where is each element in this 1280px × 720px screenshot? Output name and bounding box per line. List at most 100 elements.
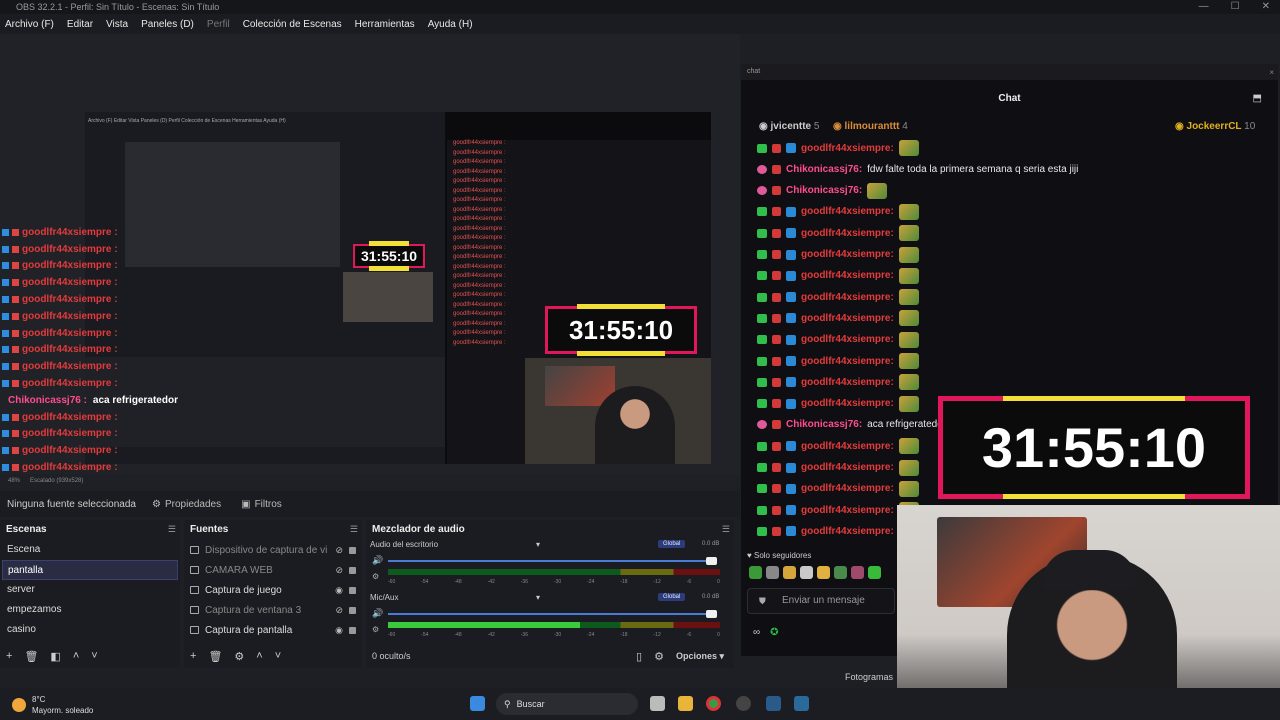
steam-icon[interactable] (766, 696, 781, 711)
community-points-icon[interactable]: ✪ (770, 627, 778, 638)
dock-undock-icon[interactable]: ☰ (168, 524, 176, 535)
chat-username[interactable]: goodlfr44xsiempre: (801, 270, 894, 281)
volume-knob[interactable] (706, 557, 717, 565)
chat-message[interactable]: goodlfr44xsiempre: (757, 395, 919, 412)
chat-username[interactable]: goodlfr44xsiempre: (801, 143, 894, 154)
speaker-icon[interactable]: 🔊 (372, 608, 383, 619)
chat-message[interactable]: Chikonicassj76: (757, 182, 888, 199)
options-button[interactable]: Opciones ▾ (676, 651, 724, 662)
source-item[interactable]: Dispositivo de captura de vi ⊘ (190, 540, 356, 560)
chat-username[interactable]: goodlfr44xsiempre: (801, 292, 894, 303)
scene-filter-button[interactable]: ◧ (50, 650, 60, 663)
dock-undock-icon[interactable]: ☰ (350, 524, 358, 535)
move-down-button[interactable]: ˅ (275, 650, 281, 662)
scene-item[interactable]: casino (2, 620, 178, 640)
leaderboard-entry[interactable]: ◉ lilmouranttt 4 (833, 121, 908, 132)
chrome-icon[interactable] (706, 696, 721, 711)
lock-icon[interactable] (349, 586, 356, 594)
chat-username[interactable]: goodlfr44xsiempre: (801, 206, 894, 217)
app-icon[interactable] (794, 696, 809, 711)
move-up-button[interactable]: ˄ (256, 650, 262, 662)
lock-icon[interactable] (349, 546, 356, 554)
layout-toggle-icon[interactable]: ▯ (636, 650, 642, 663)
speaker-icon[interactable]: 🔊 (372, 555, 383, 566)
maximize-button[interactable]: ☐ (1231, 1, 1240, 12)
chat-message[interactable]: goodlfr44xsiempre: (757, 374, 919, 391)
properties-button[interactable]: ⚙ Propiedades (142, 499, 231, 510)
source-item[interactable]: CAMARA WEB ⊘ (190, 560, 356, 580)
menu-item-2[interactable]: Vista (106, 19, 128, 30)
chat-users-icon[interactable]: ⬒ (1253, 93, 1262, 104)
chat-username[interactable]: Chikonicassj76: (786, 185, 862, 196)
task-view-icon[interactable] (650, 696, 665, 711)
chat-input[interactable]: Enviar un mensaje (747, 588, 895, 614)
chat-username[interactable]: Chikonicassj76: (786, 419, 862, 430)
scene-item[interactable]: server (2, 580, 178, 600)
track-menu-icon[interactable]: ▾ (536, 540, 540, 549)
emote-bar[interactable] (749, 566, 881, 579)
menu-item-5[interactable]: Colección de Escenas (243, 19, 342, 30)
close-button[interactable]: ✕ (1262, 1, 1270, 12)
leaderboard-entry[interactable]: ◉ jvicentte 5 (759, 121, 819, 132)
menu-item-7[interactable]: Ayuda (H) (428, 19, 473, 30)
volume-slider[interactable] (388, 560, 714, 562)
chat-message[interactable]: goodlfr44xsiempre: (757, 246, 919, 263)
volume-slider[interactable] (388, 613, 714, 615)
eye-hidden-icon[interactable]: ⊘ (335, 565, 343, 576)
weather-widget[interactable]: 8°C Mayorm. soleado (12, 694, 93, 716)
chat-message[interactable]: goodlfr44xsiempre: (757, 267, 919, 284)
chat-message[interactable]: goodlfr44xsiempre: (757, 289, 919, 306)
chat-message[interactable]: goodlfr44xsiempre: (757, 203, 919, 220)
chat-username[interactable]: goodlfr44xsiempre: (801, 462, 894, 473)
chat-message[interactable]: Chikonicassj76: fdw falte toda la primera… (757, 161, 1078, 177)
source-item[interactable]: Captura de juego ◉ (190, 580, 356, 600)
eye-icon[interactable]: ◉ (335, 585, 343, 596)
chat-message[interactable]: goodlfr44xsiempre: (757, 438, 919, 455)
track-global-badge[interactable]: Global (658, 593, 686, 601)
chat-message[interactable]: goodlfr44xsiempre: (757, 459, 919, 476)
preview-area[interactable]: Archivo (F) Editar Vista Paneles (D) Per… (0, 34, 740, 474)
lock-icon[interactable] (349, 566, 356, 574)
chat-username[interactable]: goodlfr44xsiempre: (801, 377, 894, 388)
windows-start-icon[interactable] (470, 696, 485, 711)
move-up-button[interactable]: ˄ (73, 650, 79, 662)
remove-source-button[interactable]: 🗑 (208, 650, 222, 663)
file-explorer-icon[interactable] (678, 696, 693, 711)
chat-close-icon[interactable]: × (1269, 68, 1274, 77)
chat-username[interactable]: goodlfr44xsiempre: (801, 249, 894, 260)
preview-canvas[interactable]: Archivo (F) Editar Vista Paneles (D) Per… (85, 112, 711, 464)
menu-item-3[interactable]: Paneles (D) (141, 19, 194, 30)
bits-icon[interactable]: ∞ (753, 627, 760, 638)
advanced-audio-icon[interactable]: ⚙ (654, 650, 664, 663)
chat-message[interactable]: goodlfr44xsiempre: (757, 523, 919, 540)
obs-icon[interactable] (736, 696, 751, 711)
add-source-button[interactable]: + (190, 650, 196, 662)
chat-username[interactable]: goodlfr44xsiempre: (801, 483, 894, 494)
lock-icon[interactable] (349, 606, 356, 614)
eye-hidden-icon[interactable]: ⊘ (335, 605, 343, 616)
source-item[interactable]: Captura de pantalla ◉ (190, 620, 356, 640)
chat-username[interactable]: goodlfr44xsiempre: (801, 313, 894, 324)
move-down-button[interactable]: ˅ (91, 650, 97, 662)
taskbar-search[interactable]: ⚲ Buscar (496, 693, 638, 715)
chat-message[interactable]: goodlfr44xsiempre: (757, 331, 919, 348)
source-item[interactable]: Captura de ventana 3 ⊘ (190, 600, 356, 620)
source-settings-button[interactable]: ⚙ (234, 650, 244, 663)
dock-undock-icon[interactable]: ☰ (722, 524, 730, 535)
lock-icon[interactable] (349, 626, 356, 634)
minimize-button[interactable]: — (1199, 1, 1209, 12)
chat-message[interactable]: Chikonicassj76: aca refrigeratedor (757, 417, 946, 433)
eye-hidden-icon[interactable]: ⊘ (335, 545, 343, 556)
menu-item-1[interactable]: Editar (67, 19, 93, 30)
filters-button[interactable]: ▣ Filtros (231, 499, 292, 510)
menu-item-0[interactable]: Archivo (F) (5, 19, 54, 30)
scale-label[interactable]: Escalado (939x528) (30, 478, 83, 484)
remove-scene-button[interactable]: 🗑 (24, 650, 38, 663)
chat-username[interactable]: Chikonicassj76: (786, 164, 862, 175)
chat-message[interactable]: goodlfr44xsiempre: (757, 310, 919, 327)
eye-icon[interactable]: ◉ (335, 625, 343, 636)
chat-username[interactable]: goodlfr44xsiempre: (801, 441, 894, 452)
volume-knob[interactable] (706, 610, 717, 618)
scene-item[interactable]: empezamos (2, 600, 178, 620)
chat-username[interactable]: goodlfr44xsiempre: (801, 356, 894, 367)
